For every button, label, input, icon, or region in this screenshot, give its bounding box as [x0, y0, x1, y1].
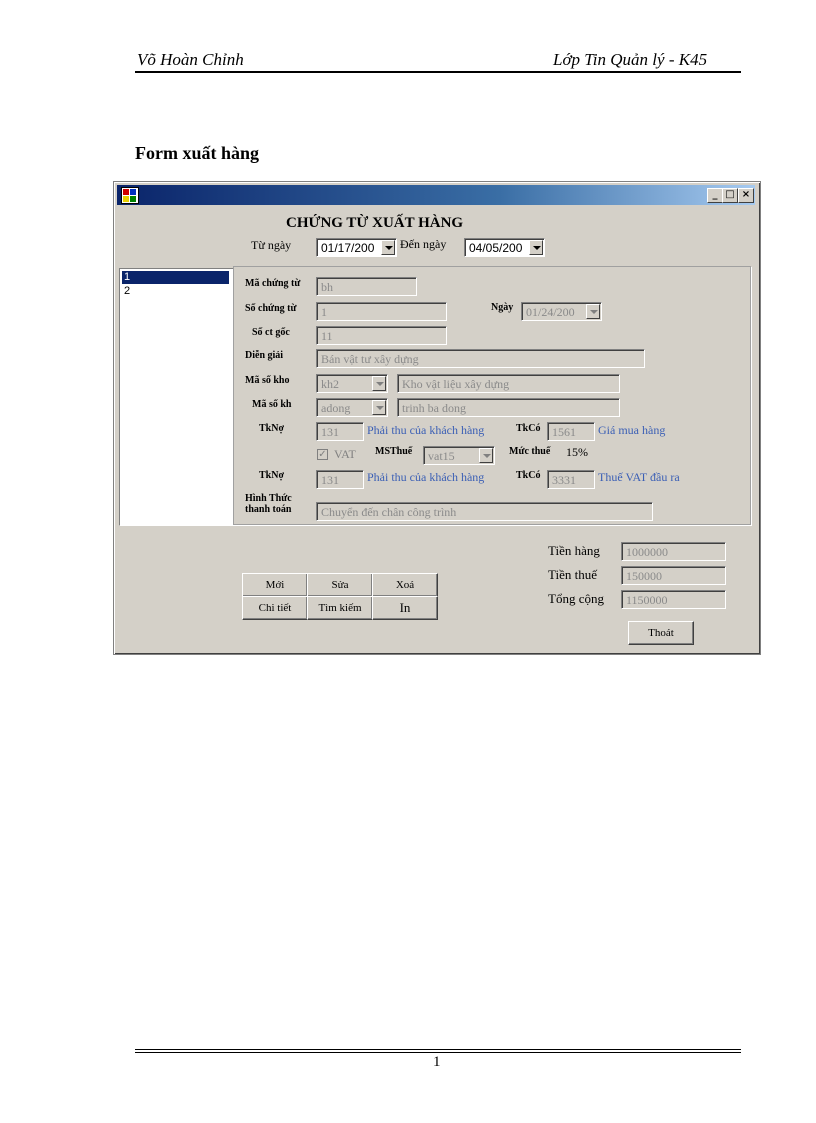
header-author: Võ Hoàn Chỉnh — [137, 50, 244, 69]
ma-so-kho-select[interactable]: kh2 — [316, 374, 388, 393]
chevron-down-icon[interactable] — [586, 304, 600, 319]
chevron-down-icon[interactable] — [372, 376, 386, 391]
tkco1-label: TkCó — [516, 423, 541, 434]
tkno1-description: Phải thu của khách hàng — [367, 423, 485, 437]
ten-kho-field[interactable]: Kho vật liệu xây dựng — [397, 374, 620, 393]
ma-so-kh-label: Mã số kh — [252, 399, 292, 410]
tien-thue-label: Tiền thuế — [548, 567, 597, 582]
from-date-label: Từ ngày — [251, 238, 292, 252]
so-chung-tu-field[interactable]: 1 — [316, 302, 447, 321]
tkco2-label: TkCó — [516, 470, 541, 481]
edit-button[interactable]: Sửa — [307, 573, 373, 597]
tong-cong-label: Tổng cộng — [548, 591, 604, 606]
header-rule — [135, 71, 741, 73]
tien-thue-field[interactable]: 150000 — [621, 566, 726, 585]
section-title: Form xuất hàng — [135, 143, 260, 163]
msthue-select[interactable]: vat15 — [423, 446, 495, 465]
vat-checkbox[interactable]: ✓ — [317, 449, 328, 460]
title-bar[interactable]: _ □ × — [117, 185, 755, 205]
tkno2-description: Phải thu của khách hàng — [367, 470, 485, 484]
detail-button[interactable]: Chi tiết — [242, 596, 308, 620]
chevron-down-icon[interactable] — [381, 240, 395, 255]
muc-thue-value: 15% — [566, 445, 588, 459]
hinh-thuc-label: Hình Thức — [245, 493, 292, 504]
ma-so-kho-label: Mã số kho — [245, 375, 290, 386]
so-ct-goc-field[interactable]: 11 — [316, 326, 447, 345]
chevron-down-icon[interactable] — [372, 400, 386, 415]
msthue-label: MSThuế — [375, 446, 413, 457]
ma-so-kh-select[interactable]: adong — [316, 398, 388, 417]
tong-cong-field[interactable]: 1150000 — [621, 590, 726, 609]
tkco1-field[interactable]: 1561 — [547, 422, 595, 441]
maximize-button[interactable]: □ — [722, 188, 738, 203]
ma-chung-tu-field[interactable]: bh — [316, 277, 417, 296]
dien-giai-label: Diễn giải — [245, 350, 284, 361]
to-date-label: Đến ngày — [400, 237, 447, 251]
list-item[interactable]: 2 — [122, 285, 130, 298]
print-button[interactable]: In — [372, 596, 438, 620]
thanh-toan-label: thanh toán — [245, 504, 292, 515]
delete-button[interactable]: Xoá — [372, 573, 438, 597]
dien-giai-field[interactable]: Bán vật tư xây dựng — [316, 349, 645, 368]
footer-rule-bottom — [135, 1052, 741, 1053]
page-number: 1 — [433, 1054, 441, 1070]
tkco2-field[interactable]: 3331 — [547, 470, 595, 489]
search-button[interactable]: Tìm kiếm — [307, 596, 373, 620]
hinh-thuc-field[interactable]: Chuyển đến chân công trình — [316, 502, 653, 521]
tien-hang-label: Tiền hàng — [548, 543, 600, 558]
voucher-list[interactable]: 1 2 — [119, 268, 234, 526]
minimize-button[interactable]: _ — [707, 188, 723, 203]
tkco2-description: Thuế VAT đầu ra — [598, 470, 680, 484]
new-button[interactable]: Mới — [242, 573, 308, 597]
vat-label: VAT — [334, 447, 356, 461]
footer-rule-top — [135, 1049, 741, 1050]
close-button[interactable]: × — [738, 188, 754, 203]
form-heading: CHỨNG TỪ XUẤT HÀNG — [286, 215, 464, 231]
chevron-down-icon[interactable] — [479, 448, 493, 463]
list-item[interactable]: 1 — [122, 271, 229, 284]
header-class: Lớp Tin Quản lý - K45 — [553, 50, 708, 69]
tkno1-field[interactable]: 131 — [316, 422, 364, 441]
ten-kh-field[interactable]: trinh ba dong — [397, 398, 620, 417]
so-chung-tu-label: Số chứng từ — [245, 303, 297, 314]
form-window: _ □ × CHỨNG TỪ XUẤT HÀNG Từ ngày 01/17/2… — [113, 181, 761, 655]
muc-thue-label: Mức thuế — [509, 446, 551, 457]
exit-button[interactable]: Thoát — [628, 621, 694, 645]
tkno2-field[interactable]: 131 — [316, 470, 364, 489]
tien-hang-field[interactable]: 1000000 — [621, 542, 726, 561]
to-date-picker[interactable]: 04/05/200 — [464, 238, 545, 257]
tkco1-description: Giá mua hàng — [598, 423, 666, 437]
ngay-picker[interactable]: 01/24/200 — [521, 302, 602, 321]
tkno1-label: TkNợ — [259, 423, 284, 434]
so-ct-goc-label: Số ct gốc — [252, 327, 290, 338]
ma-chung-tu-label: Mã chứng từ — [245, 278, 301, 289]
tkno2-label: TkNợ — [259, 470, 284, 481]
from-date-picker[interactable]: 01/17/200 — [316, 238, 397, 257]
chevron-down-icon[interactable] — [529, 240, 543, 255]
ngay-label: Ngày — [491, 302, 514, 313]
app-icon — [121, 187, 139, 204]
